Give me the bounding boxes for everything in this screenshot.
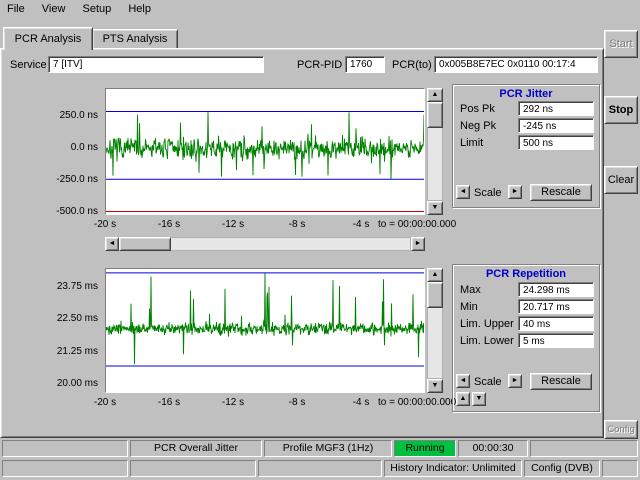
menu-item-view[interactable]: View [35, 0, 73, 15]
scrollbar-thumb[interactable] [119, 237, 171, 251]
repetition-x-end-time-label: to = 00:00:00.000 [378, 397, 456, 408]
repetition-scale-label: Scale [474, 376, 502, 388]
status-profile-panel: Profile MGF3 (1Hz) [264, 440, 392, 457]
repetition-scale-up-icon[interactable]: ▲ [456, 392, 470, 406]
pcr-to-label: PCR(to) [392, 59, 432, 71]
neg-pk-value: -245 ns [518, 118, 594, 133]
scroll-up-icon[interactable]: ▲ [427, 268, 443, 282]
pcr-to-field[interactable]: 0x005B8E7EC 0x0110 00:17:4 [434, 56, 598, 73]
scrollbar-thumb[interactable] [427, 282, 443, 308]
scroll-right-icon[interactable]: ► [411, 237, 425, 251]
jitter-x-tick: -4 s [347, 219, 375, 230]
repetition-chart-plot [105, 268, 425, 393]
jitter-x-tick: -8 s [283, 219, 311, 230]
lim-lower-label: Lim. Lower [460, 335, 514, 347]
pcr-jitter-panel-title: PCR Jitter [452, 88, 600, 100]
application-window: File View Setup Help PCR Analysis PTS An… [0, 0, 640, 480]
jitter-scale-label: Scale [474, 187, 502, 199]
lim-lower-value[interactable]: 5 ms [518, 333, 594, 348]
jitter-chart-plot [105, 88, 425, 215]
pcr-pid-field[interactable]: 1760 [345, 56, 385, 73]
start-button[interactable]: Start [604, 30, 638, 58]
menu-bar: File View Setup Help [0, 0, 640, 19]
repetition-y-tick: 22.50 ms [28, 313, 98, 324]
repetition-scale-down-icon[interactable]: ▼ [472, 392, 486, 406]
pcr-repetition-panel-title: PCR Repetition [452, 268, 600, 280]
jitter-y-tick: -250.0 ns [28, 174, 98, 185]
config-dvb-panel: Config (DVB) [524, 460, 600, 477]
min-value: 20.717 ms [518, 299, 594, 314]
scroll-left-icon[interactable]: ◄ [105, 237, 119, 251]
repetition-chart-svg [106, 269, 424, 392]
info-empty-panel [130, 460, 256, 477]
tab-pcr-analysis[interactable]: PCR Analysis [3, 27, 93, 50]
repetition-scale-left-icon[interactable]: ◄ [456, 374, 470, 388]
jitter-rescale-button[interactable]: Rescale [530, 184, 592, 201]
jitter-x-tick: -16 s [155, 219, 183, 230]
jitter-chart-svg [106, 89, 424, 214]
jitter-y-tick: 250.0 ns [28, 110, 98, 121]
scroll-up-icon[interactable]: ▲ [427, 88, 443, 102]
info-empty-panel [258, 460, 382, 477]
status-empty-panel [2, 440, 128, 457]
repetition-x-tick: -12 s [219, 397, 247, 408]
scrollbar-thumb[interactable] [427, 102, 443, 128]
jitter-vertical-scrollbar: ▲ ▼ [427, 88, 443, 215]
repetition-x-tick: -20 s [91, 397, 119, 408]
limit-label: Limit [460, 137, 483, 149]
pos-pk-value: 292 ns [518, 101, 594, 116]
jitter-x-tick: -20 s [91, 219, 119, 230]
config-button[interactable]: Config [604, 420, 638, 439]
info-empty-panel [2, 460, 128, 477]
menu-item-file[interactable]: File [0, 0, 32, 15]
jitter-scale-right-icon[interactable]: ► [508, 185, 522, 199]
pcr-pid-label: PCR-PID [297, 59, 342, 71]
scroll-down-icon[interactable]: ▼ [427, 201, 443, 215]
menu-item-setup[interactable]: Setup [76, 0, 119, 15]
max-label: Max [460, 284, 481, 296]
repetition-y-tick: 20.00 ms [28, 378, 98, 389]
status-running-badge: Running [394, 440, 456, 457]
clear-button[interactable]: Clear [604, 166, 638, 194]
jitter-scale-left-icon[interactable]: ◄ [456, 185, 470, 199]
status-measurement-panel: PCR Overall Jitter [130, 440, 262, 457]
repetition-y-tick: 23.75 ms [28, 281, 98, 292]
jitter-x-tick: -12 s [219, 219, 247, 230]
jitter-y-tick: 0.0 ns [28, 142, 98, 153]
menu-item-help[interactable]: Help [121, 0, 158, 15]
lim-upper-label: Lim. Upper [460, 318, 514, 330]
jitter-y-tick: -500.0 ns [28, 206, 98, 217]
repetition-y-tick: 21.25 ms [28, 346, 98, 357]
repetition-x-tick: -8 s [283, 397, 311, 408]
repetition-x-tick: -4 s [347, 397, 375, 408]
service-label: Service [10, 59, 47, 71]
repetition-x-tick: -16 s [155, 397, 183, 408]
history-indicator-panel: History Indicator: Unlimited [384, 460, 522, 477]
status-elapsed-time: 00:00:30 [458, 440, 528, 457]
lim-upper-value[interactable]: 40 ms [518, 316, 594, 331]
jitter-horizontal-scrollbar: ◄ ► [105, 237, 425, 251]
limit-value[interactable]: 500 ns [518, 135, 594, 150]
pos-pk-label: Pos Pk [460, 103, 495, 115]
status-empty-panel [530, 440, 638, 457]
tab-pts-analysis[interactable]: PTS Analysis [92, 29, 178, 49]
service-field[interactable]: 7 [ITV] [48, 56, 264, 73]
info-empty-panel [602, 460, 638, 477]
repetition-scale-right-icon[interactable]: ► [508, 374, 522, 388]
stop-button[interactable]: Stop [604, 96, 638, 124]
scroll-down-icon[interactable]: ▼ [427, 379, 443, 393]
repetition-vertical-scrollbar: ▲ ▼ [427, 268, 443, 393]
min-label: Min [460, 301, 478, 313]
repetition-rescale-button[interactable]: Rescale [530, 373, 592, 390]
jitter-x-end-time-label: to = 00:00:00.000 [378, 219, 456, 230]
neg-pk-label: Neg Pk [460, 120, 496, 132]
max-value: 24.298 ms [518, 282, 594, 297]
